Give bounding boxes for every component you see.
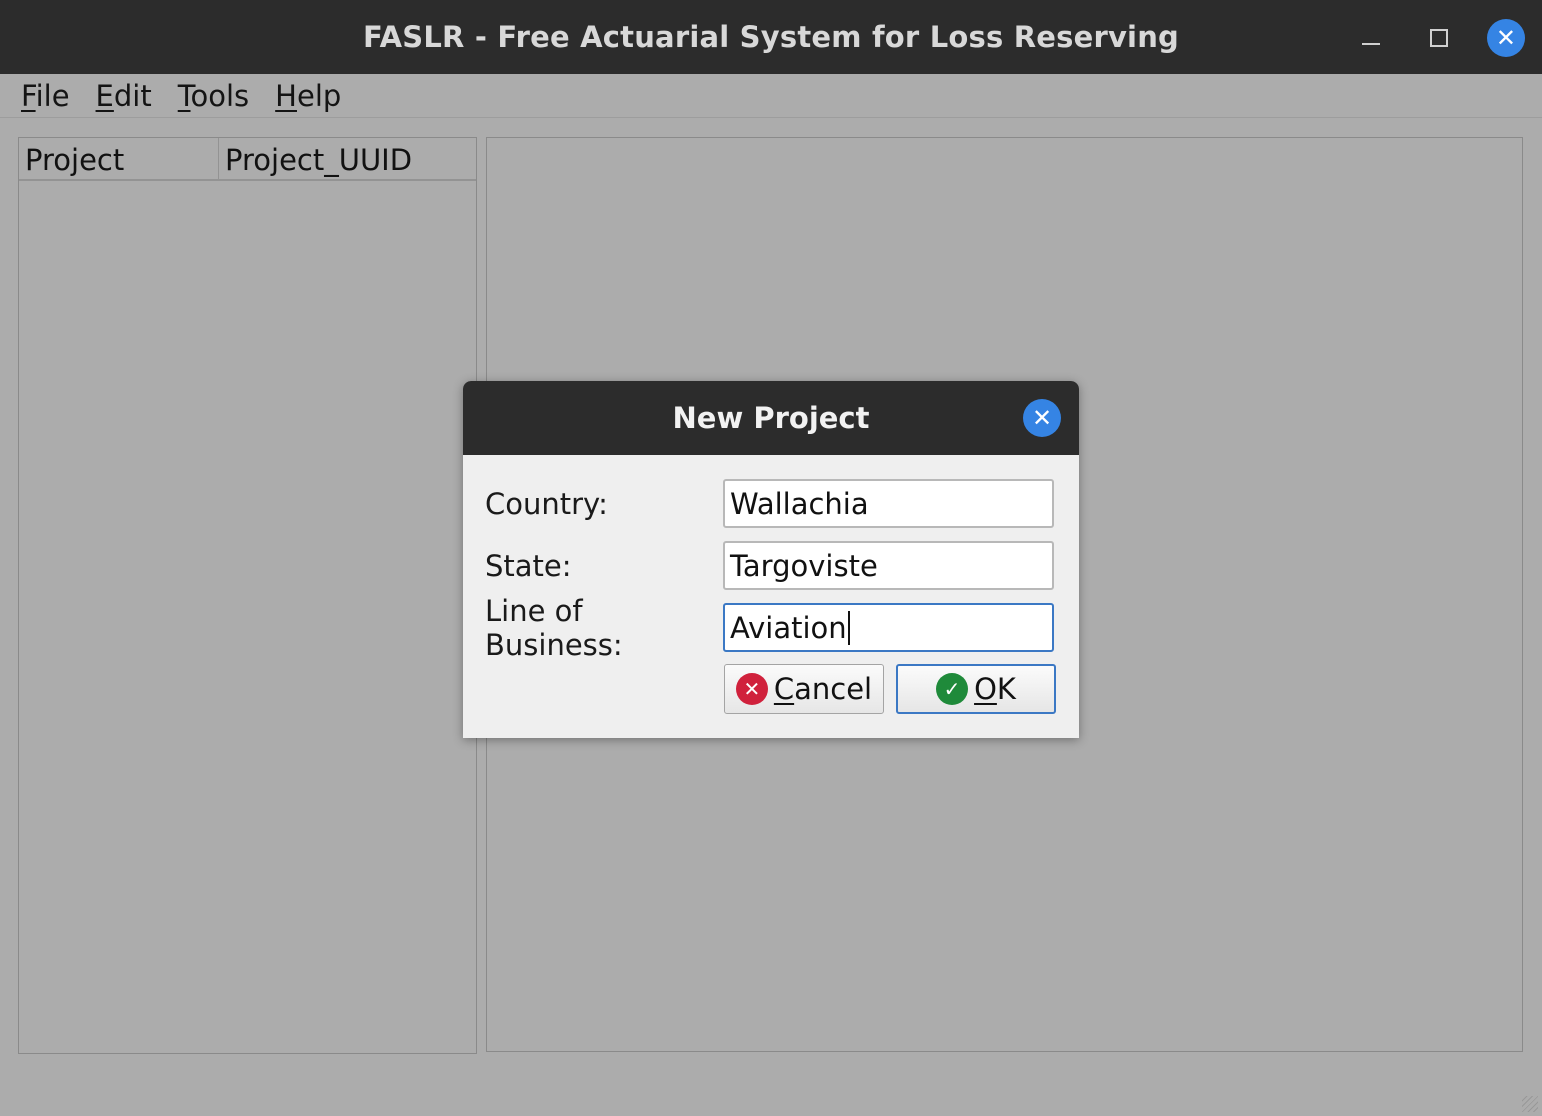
country-field[interactable]: Wallachia: [723, 479, 1054, 528]
country-value: Wallachia: [730, 486, 869, 521]
cancel-label: ancel: [794, 672, 873, 706]
state-value: Targoviste: [730, 548, 878, 583]
country-row: Country: Wallachia: [485, 479, 1054, 528]
menu-tools-mnemonic: T: [177, 78, 191, 113]
state-field[interactable]: Targoviste: [723, 541, 1054, 590]
check-icon: ✓: [936, 673, 969, 705]
menu-edit-label: dit: [113, 78, 152, 113]
dialog-titlebar: New Project ✕: [463, 381, 1079, 455]
line-of-business-value: Aviation: [730, 610, 847, 645]
cancel-mnemonic: C: [773, 672, 795, 706]
menu-edit[interactable]: Edit: [83, 74, 165, 118]
text-caret: [847, 610, 850, 645]
line-of-business-row: Line of Business: Aviation: [485, 594, 1054, 662]
window-titlebar: FASLR - Free Actuarial System for Loss R…: [0, 0, 1542, 74]
window-title: FASLR - Free Actuarial System for Loss R…: [362, 20, 1180, 54]
cancel-x-icon: ✕: [735, 673, 768, 705]
dialog-close-icon[interactable]: ✕: [1023, 399, 1061, 437]
new-project-dialog: New Project ✕ Country: Wallachia State: …: [463, 381, 1079, 738]
menu-bar: File Edit Tools Help: [0, 74, 1542, 118]
resize-grip-icon[interactable]: [1522, 1096, 1538, 1112]
menu-help[interactable]: Help: [262, 74, 354, 118]
column-header-project-uuid[interactable]: Project_UUID: [219, 138, 476, 179]
dialog-title: New Project: [672, 401, 870, 435]
state-label: State:: [485, 548, 572, 583]
project-tree-panel[interactable]: Project Project_UUID: [18, 137, 477, 1054]
menu-file-mnemonic: F: [21, 78, 36, 113]
menu-file[interactable]: File: [8, 74, 83, 118]
menu-tools[interactable]: Tools: [165, 74, 262, 118]
menu-help-label: elp: [296, 78, 342, 113]
menu-file-label: ile: [35, 78, 70, 113]
menu-tools-label: ools: [190, 78, 250, 113]
ok-button[interactable]: ✓ OK: [896, 664, 1056, 714]
line-of-business-label: Line of Business:: [485, 593, 623, 662]
minimize-icon[interactable]: [1352, 19, 1390, 57]
ok-label: K: [996, 672, 1016, 706]
state-row: State: Targoviste: [485, 541, 1054, 590]
cancel-button[interactable]: ✕ Cancel: [724, 664, 884, 714]
maximize-icon[interactable]: [1420, 19, 1458, 57]
window-close-icon[interactable]: ✕: [1487, 19, 1525, 57]
menu-help-mnemonic: H: [275, 78, 297, 113]
column-header-project[interactable]: Project: [19, 138, 219, 179]
project-table-header: Project Project_UUID: [19, 138, 476, 181]
line-of-business-field[interactable]: Aviation: [723, 603, 1054, 652]
ok-mnemonic: O: [974, 672, 997, 706]
country-label: Country:: [485, 486, 608, 521]
menu-edit-mnemonic: E: [95, 78, 114, 113]
